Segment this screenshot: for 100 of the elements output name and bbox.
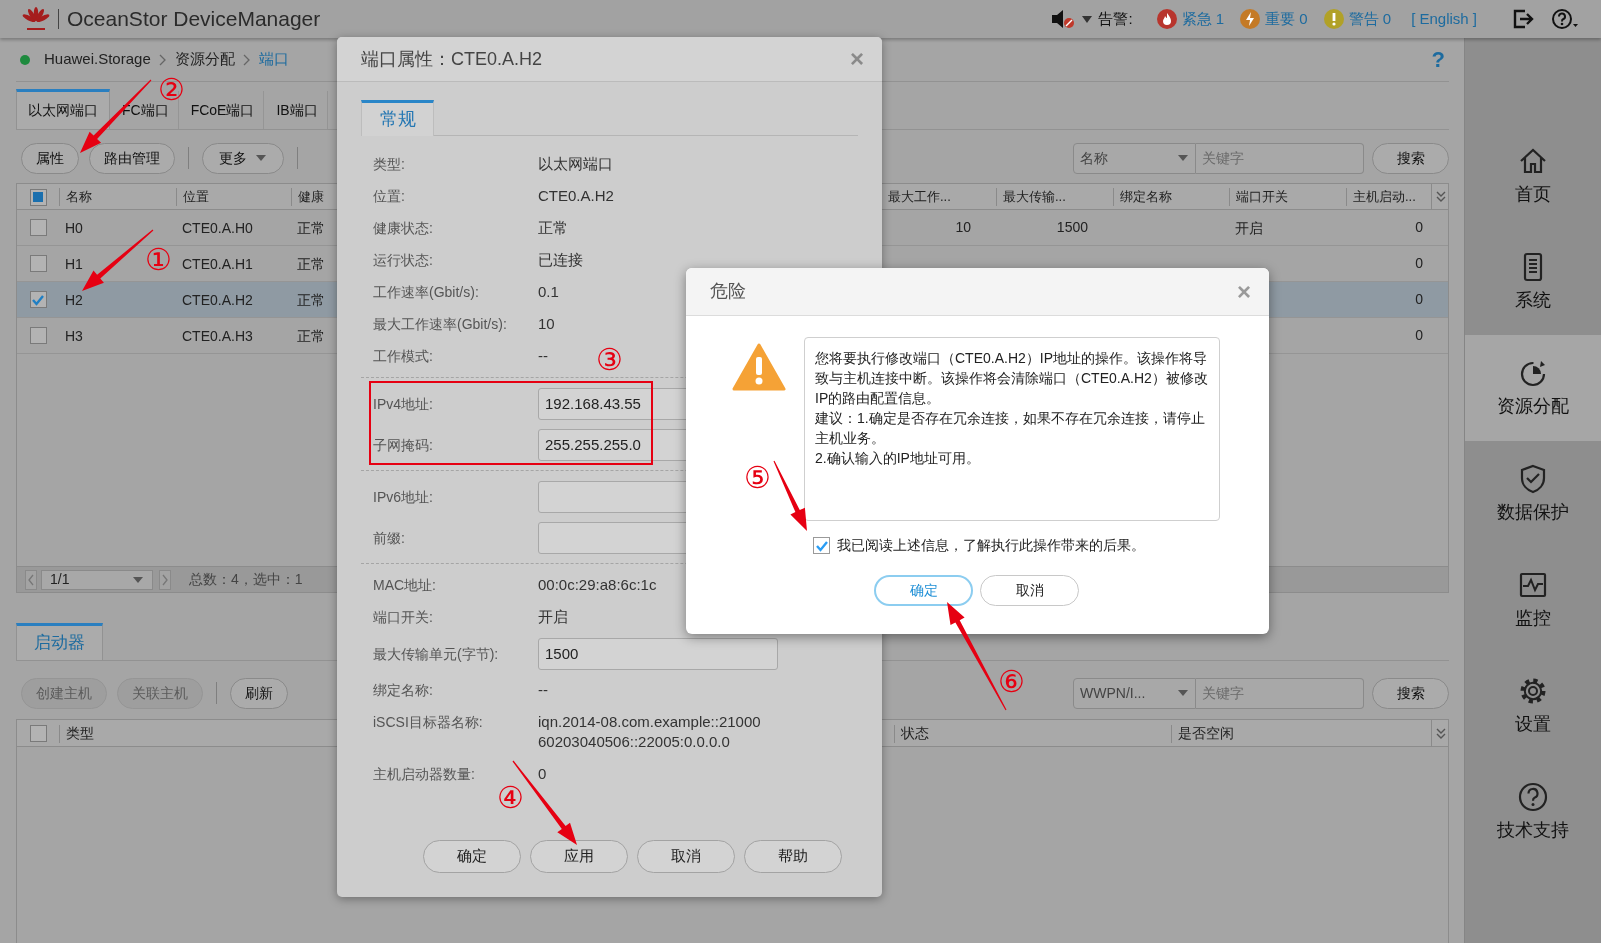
table-cell: 正常: [297, 291, 325, 308]
search-button[interactable]: 搜索: [1372, 142, 1449, 174]
expand-icon[interactable]: [1436, 727, 1446, 740]
field-value: --: [538, 680, 548, 700]
checkbox[interactable]: [29, 327, 47, 344]
caret-icon: [132, 575, 144, 584]
field-value: 正常: [538, 218, 568, 238]
field-value: 以太网端口: [538, 154, 613, 174]
tab[interactable]: 以太网端口: [16, 89, 110, 129]
column-header[interactable]: 名称: [66, 187, 92, 207]
checkbox[interactable]: [29, 188, 47, 206]
field-label: 端口开关:: [373, 608, 434, 627]
sidebar-item[interactable]: 监控: [1465, 547, 1601, 653]
table-cell: H1: [65, 255, 83, 272]
help-icon[interactable]: [1551, 8, 1579, 30]
message-text: 建议：1.确定是否存在冗余连接，如果不存在冗余连接，请停止主机业务。: [815, 409, 1206, 448]
step-number: ③: [594, 342, 624, 378]
field-value: 10: [538, 314, 555, 334]
column-header[interactable]: 端口开关: [1236, 187, 1288, 207]
page-dropdown[interactable]: 1/1: [41, 569, 153, 590]
toolbar-button[interactable]: 刷新: [230, 677, 288, 709]
dialog-button[interactable]: 取消: [980, 575, 1079, 606]
column-header[interactable]: 位置: [183, 187, 209, 207]
checkbox[interactable]: [813, 537, 830, 554]
field-label: 类型:: [373, 155, 406, 174]
table-cell: CTE0.A.H2: [182, 291, 253, 308]
tab[interactable]: IB端口: [267, 91, 328, 129]
menu-button[interactable]: 更多: [202, 142, 284, 174]
dialog-button[interactable]: 取消: [637, 840, 735, 873]
sidebar-item[interactable]: 数据保护: [1465, 441, 1601, 547]
sidebar-item[interactable]: 资源分配: [1465, 335, 1601, 441]
speaker-icon[interactable]: [1050, 8, 1077, 30]
toolbar-button[interactable]: 路由管理: [89, 142, 175, 174]
toolbar-button[interactable]: 属性: [21, 142, 79, 174]
caret-icon: [1177, 154, 1189, 162]
caret-icon[interactable]: [1082, 15, 1093, 23]
field-label: IPv6地址:: [373, 487, 434, 507]
checkbox[interactable]: [29, 291, 47, 308]
dialog-button[interactable]: 应用: [530, 840, 628, 873]
table-cell-text: 0: [1415, 326, 1423, 345]
breadcrumb-link[interactable]: Huawei.Storage: [44, 48, 151, 71]
column-header[interactable]: 主机启动...: [1353, 187, 1416, 207]
search-button[interactable]: 搜索: [1372, 677, 1449, 709]
caret-icon: [1177, 689, 1189, 697]
field-label: IPv4地址:: [373, 394, 434, 414]
field-label: 主机启动器数量:: [373, 765, 476, 784]
summary-text: 总数：4，选中：1: [189, 570, 303, 589]
field-label: 位置:: [373, 187, 406, 206]
dialog-button[interactable]: 帮助: [744, 840, 842, 873]
sidebar-item[interactable]: 首页: [1465, 123, 1601, 229]
dialog-title: 危险: [710, 280, 746, 303]
field-label: iSCSI目标器名称:: [373, 713, 484, 732]
table-cell-text: 0: [1415, 290, 1423, 309]
field-label: MAC地址:: [373, 576, 437, 595]
search-field[interactable]: 关键字: [1196, 677, 1364, 709]
help-icon: [1517, 780, 1549, 813]
logo-icon: [22, 6, 50, 32]
table-cell: H2: [65, 291, 83, 308]
previous-page-icon[interactable]: [25, 569, 37, 590]
breadcrumb-link[interactable]: 资源分配: [174, 48, 235, 71]
table-cell: 正常: [297, 255, 325, 272]
warning-icon: [732, 343, 786, 391]
field-dropdown[interactable]: WWPN/I...: [1073, 677, 1196, 709]
chevron-icon: [158, 53, 167, 66]
column-header[interactable]: 绑定名称: [1120, 187, 1172, 207]
next-page-icon[interactable]: [159, 569, 171, 590]
search-field[interactable]: 关键字: [1196, 142, 1364, 174]
field-value: CTE0.A.H2: [538, 186, 614, 206]
checkbox[interactable]: [29, 725, 47, 742]
dialog-title: 端口属性：CTE0.A.H2: [361, 47, 543, 71]
checkbox[interactable]: [29, 219, 47, 236]
input-field[interactable]: 1500: [538, 637, 778, 670]
app-title: OceanStor DeviceManager: [67, 6, 321, 33]
column-header[interactable]: 是否空闲: [1178, 723, 1234, 744]
logout-icon[interactable]: [1513, 9, 1535, 29]
field-label: 前缀:: [373, 528, 406, 548]
table-cell: H3: [65, 327, 83, 344]
sidebar-item[interactable]: 系统: [1465, 229, 1601, 335]
column-header[interactable]: 最大工作...: [888, 187, 951, 207]
field-value: 开启: [538, 607, 568, 627]
field-label: 最大工作速率(Gbit/s):: [373, 315, 508, 334]
check-icon: [31, 293, 45, 306]
field-value: 0.1: [538, 282, 559, 302]
sidebar-item[interactable]: 设置: [1465, 653, 1601, 759]
field-label: 最大传输单元(字节):: [373, 644, 500, 664]
field-dropdown[interactable]: 名称: [1073, 142, 1196, 174]
column-header[interactable]: 健康: [298, 187, 324, 207]
field-label: 工作速率(Gbit/s):: [373, 283, 480, 302]
expand-icon[interactable]: [1436, 191, 1446, 203]
column-header[interactable]: 类型: [66, 723, 94, 744]
caret-icon: [255, 154, 267, 162]
column-header[interactable]: 最大传输...: [1003, 187, 1066, 207]
dialog-button[interactable]: 确定: [423, 840, 521, 873]
step-number: ④: [495, 780, 525, 816]
checkbox[interactable]: [29, 255, 47, 272]
dialog-button[interactable]: 确定: [874, 575, 973, 606]
field-value: iqn.2014-08.com.example::2100060203040506::22005:0.0.0.0: [538, 712, 762, 752]
column-header[interactable]: 状态: [901, 723, 929, 744]
step-number: ⑤: [742, 460, 772, 496]
sidebar-item[interactable]: 技术支持: [1465, 759, 1601, 865]
